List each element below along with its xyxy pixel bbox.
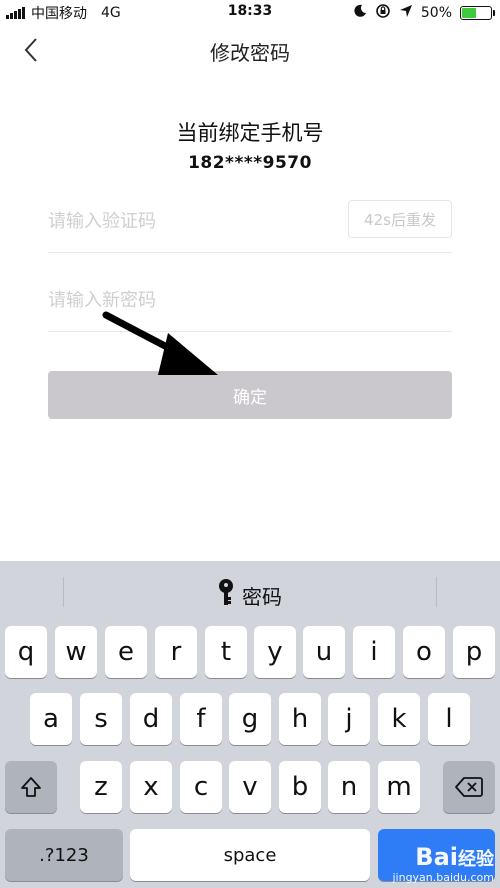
- key-n[interactable]: n: [328, 761, 370, 813]
- baidu-watermark: Bai经验 jingyan.baidu.com: [392, 843, 494, 884]
- key-k[interactable]: k: [378, 693, 420, 745]
- key-p[interactable]: p: [453, 626, 495, 678]
- shift-icon: [21, 777, 41, 797]
- key-x[interactable]: x: [130, 761, 172, 813]
- key-o[interactable]: o: [403, 626, 445, 678]
- key-q[interactable]: q: [5, 626, 47, 678]
- verification-code-row: 42s后重发: [48, 193, 452, 253]
- key-z[interactable]: z: [80, 761, 122, 813]
- key-w[interactable]: w: [55, 626, 97, 678]
- backspace-icon: [455, 777, 483, 797]
- battery-percent: 50%: [420, 5, 452, 21]
- key-s[interactable]: s: [80, 693, 122, 745]
- annotation-arrow-icon: [102, 311, 218, 375]
- bound-phone-heading: 当前绑定手机号: [176, 121, 324, 145]
- key-v[interactable]: v: [229, 761, 271, 813]
- location-arrow-icon: [399, 4, 413, 22]
- key-u[interactable]: u: [303, 626, 345, 678]
- shift-key[interactable]: [5, 761, 57, 813]
- key-i[interactable]: i: [353, 626, 395, 678]
- key-h[interactable]: h: [279, 693, 321, 745]
- watermark-tail: 经验: [458, 849, 494, 870]
- page-title: 修改密码: [210, 41, 290, 65]
- key-d[interactable]: d: [130, 693, 172, 745]
- keyboard: 密码 q w e r t y u i o p a s d f g h j k l…: [0, 561, 500, 888]
- key-j[interactable]: j: [328, 693, 370, 745]
- nav-bar: 修改密码: [0, 24, 500, 76]
- key-icon: [218, 579, 234, 612]
- password-suggestion[interactable]: 密码: [0, 579, 500, 612]
- key-l[interactable]: l: [428, 693, 470, 745]
- numbers-key[interactable]: .?123: [5, 829, 123, 881]
- verification-code-input[interactable]: [48, 203, 328, 239]
- moon-icon: [353, 4, 367, 22]
- space-key[interactable]: space: [130, 829, 370, 881]
- suggestion-bar: 密码: [0, 561, 500, 611]
- key-r[interactable]: r: [155, 626, 197, 678]
- watermark-brand: Bai: [415, 843, 458, 871]
- orientation-lock-icon: [375, 3, 391, 23]
- key-t[interactable]: t: [205, 626, 247, 678]
- watermark-url: jingyan.baidu.com: [392, 871, 494, 884]
- delete-key[interactable]: [443, 761, 495, 813]
- resend-code-button[interactable]: 42s后重发: [348, 200, 452, 238]
- key-g[interactable]: g: [229, 693, 271, 745]
- battery-icon: [460, 6, 495, 20]
- key-f[interactable]: f: [180, 693, 222, 745]
- status-bar: 中国移动 4G 18:33 50%: [0, 0, 500, 24]
- key-a[interactable]: a: [30, 693, 72, 745]
- key-m[interactable]: m: [378, 761, 420, 813]
- key-b[interactable]: b: [279, 761, 321, 813]
- divider: [436, 577, 437, 607]
- suggestion-label: 密码: [242, 585, 282, 609]
- key-e[interactable]: e: [105, 626, 147, 678]
- key-c[interactable]: c: [180, 761, 222, 813]
- key-y[interactable]: y: [254, 626, 296, 678]
- bound-phone-number: 182****9570: [188, 153, 312, 173]
